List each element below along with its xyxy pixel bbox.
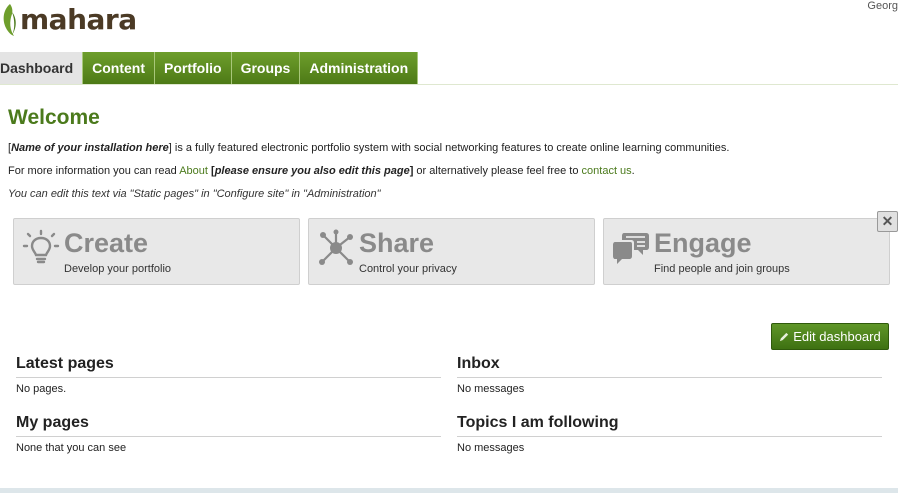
tab-administration[interactable]: Administration — [300, 52, 419, 84]
main-nav: Dashboard Content Portfolio Groups Admin… — [0, 52, 419, 84]
inbox-block: Inbox No messages — [457, 355, 882, 395]
edit-page-note: please ensure you also edit this page — [214, 165, 410, 177]
create-box[interactable]: Create Develop your portfolio — [13, 218, 300, 285]
tab-content[interactable]: Content — [83, 52, 156, 84]
engage-box[interactable]: Engage Find people and join groups — [603, 218, 890, 285]
inbox-title: Inbox — [457, 355, 882, 378]
site-header: mahara Georg — [0, 0, 898, 52]
footer-strip — [0, 488, 898, 493]
create-title: Create — [64, 228, 149, 258]
share-box[interactable]: Share Control your privacy — [308, 218, 595, 285]
topics-body: No messages — [457, 442, 525, 454]
my-pages-body: None that you can see — [16, 442, 127, 454]
create-subtitle: Develop your portfolio — [64, 263, 172, 275]
installation-name-text: Name of your installation here — [11, 142, 169, 154]
mahara-logo[interactable]: mahara — [0, 0, 137, 40]
welcome-paragraph-1: [Name of your installation here] is a fu… — [8, 142, 730, 154]
welcome-p2-a: For more information you can read — [8, 165, 180, 177]
logo-text: mahara — [20, 2, 137, 36]
topics-title: Topics I am following — [457, 414, 882, 437]
my-pages-block: My pages None that you can see — [16, 414, 441, 454]
contact-us-link[interactable]: contact us — [582, 165, 632, 177]
pencil-icon — [780, 332, 789, 342]
share-network-icon — [319, 229, 353, 265]
user-name-link[interactable]: Georg — [867, 0, 898, 12]
tab-portfolio[interactable]: Portfolio — [155, 52, 232, 84]
edit-dashboard-button[interactable]: Edit dashboard — [771, 323, 889, 350]
engage-subtitle: Find people and join groups — [654, 263, 790, 275]
nav-divider — [0, 84, 898, 85]
engage-title: Engage — [654, 228, 752, 258]
my-pages-title: My pages — [16, 414, 441, 437]
page-title: Welcome — [8, 106, 100, 129]
welcome-paragraph-3: You can edit this text via "Static pages… — [8, 188, 381, 200]
latest-pages-title: Latest pages — [16, 355, 441, 378]
welcome-p2-c: or alternatively please feel free to — [413, 165, 582, 177]
welcome-paragraph-2: For more information you can read About … — [8, 165, 635, 177]
share-title: Share — [359, 228, 435, 258]
speech-bubbles-icon — [613, 233, 649, 264]
share-subtitle: Control your privacy — [359, 263, 457, 275]
tab-dashboard[interactable]: Dashboard — [0, 52, 84, 84]
about-link[interactable]: About — [179, 165, 208, 177]
latest-pages-block: Latest pages No pages. — [16, 355, 441, 395]
leaf-icon — [3, 4, 16, 36]
topics-block: Topics I am following No messages — [457, 414, 882, 454]
inbox-body: No messages — [457, 383, 525, 395]
welcome-p1-rest: is a fully featured electronic portfolio… — [171, 142, 730, 154]
tab-groups[interactable]: Groups — [231, 52, 301, 84]
lightbulb-icon — [22, 229, 60, 264]
latest-pages-body: No pages. — [16, 383, 67, 395]
edit-dashboard-label: Edit dashboard — [793, 329, 881, 344]
welcome-p2-d: . — [631, 165, 635, 177]
close-icon[interactable]: ✕ — [877, 211, 898, 232]
